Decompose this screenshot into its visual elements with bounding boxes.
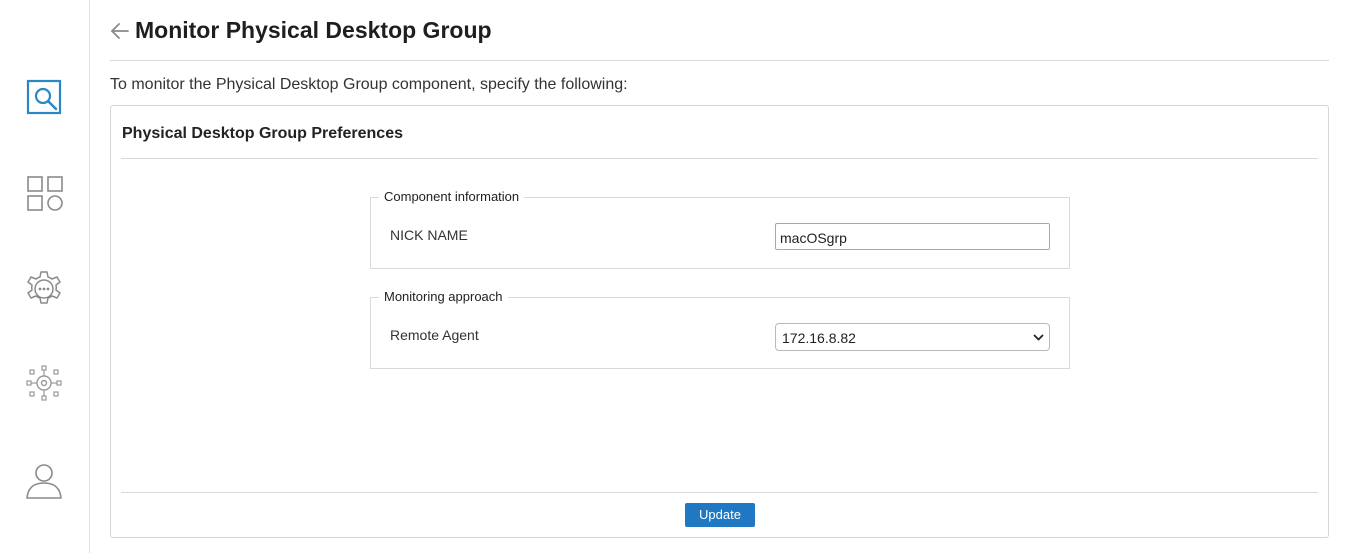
component-information-legend: Component information: [379, 189, 525, 204]
monitoring-approach-legend: Monitoring approach: [379, 289, 508, 304]
sidebar-item-integration[interactable]: [22, 361, 66, 405]
arrow-left-icon: [111, 23, 129, 39]
intro-text: To monitor the Physical Desktop Group co…: [110, 76, 628, 93]
main-content: Monitor Physical Desktop Group To monito…: [110, 0, 1329, 553]
user-profile-icon: [26, 464, 62, 499]
integration-hub-icon: [26, 365, 62, 401]
nickname-input[interactable]: [775, 223, 1050, 250]
sidebar-item-components[interactable]: [22, 171, 66, 215]
panel-divider: [121, 158, 1318, 159]
sidebar-item-monitor[interactable]: [22, 75, 66, 119]
sidebar-item-profile[interactable]: [22, 459, 66, 503]
component-information-fieldset: Component information NICK NAME: [370, 189, 1070, 269]
page-title: Monitor Physical Desktop Group: [135, 17, 492, 43]
remote-agent-selected-value: 172.16.8.82: [782, 330, 856, 346]
preferences-panel: Physical Desktop Group Preferences Compo…: [110, 105, 1329, 538]
remote-agent-label: Remote Agent: [390, 327, 479, 343]
components-icon: [27, 176, 63, 211]
nickname-label: NICK NAME: [390, 227, 468, 243]
sidebar: [0, 0, 90, 553]
page-header: Monitor Physical Desktop Group: [110, 0, 1329, 61]
remote-agent-select[interactable]: 172.16.8.82: [775, 323, 1050, 351]
chevron-down-icon: [1033, 334, 1044, 341]
monitor-search-icon: [26, 79, 62, 115]
sidebar-item-settings[interactable]: [22, 267, 66, 311]
monitoring-approach-fieldset: Monitoring approach Remote Agent 172.16.…: [370, 289, 1070, 369]
panel-title: Physical Desktop Group Preferences: [122, 125, 403, 142]
panel-footer-divider: [121, 492, 1318, 493]
update-button[interactable]: Update: [685, 503, 755, 527]
settings-gear-icon: [27, 271, 61, 304]
back-button[interactable]: [110, 21, 130, 41]
